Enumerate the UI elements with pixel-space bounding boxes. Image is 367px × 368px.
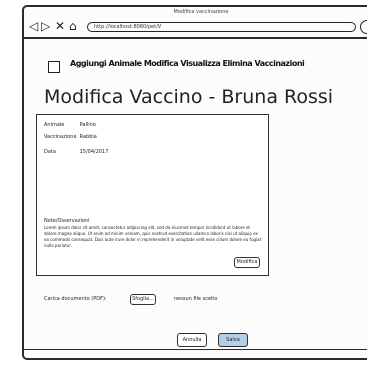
attachment-status: nessun file scelto <box>174 296 218 302</box>
field-label: Animale <box>44 122 65 128</box>
field-value: Pallino <box>79 122 96 128</box>
forward-icon[interactable]: ▷ <box>41 20 50 32</box>
refresh-icon[interactable] <box>360 20 367 34</box>
cancel-button[interactable]: Annulla <box>177 333 207 347</box>
page-title: Modifica Vaccino - Bruna Rossi <box>44 86 334 108</box>
address-bar[interactable]: http://localhost:8080/pet/V <box>87 22 356 32</box>
field-label: Vaccinazione <box>44 134 77 140</box>
home-icon[interactable]: ⌂ <box>69 20 77 32</box>
close-icon[interactable]: ✕ <box>55 20 65 32</box>
field-label: Data <box>44 149 56 155</box>
page-content: Aggiungi Animale Modifica Visualizza Eli… <box>24 39 367 358</box>
header-nav[interactable]: Aggiungi Animale Modifica Visualizza Eli… <box>70 59 305 68</box>
notes-label: Note/Osservazioni <box>44 218 90 224</box>
attachment-label: Carica documento (PDF): <box>44 296 107 302</box>
edit-button[interactable]: Modifica <box>234 257 260 268</box>
browser-window: Modifica vaccinazione ◁ ▷ ✕ ⌂ http://loc… <box>22 5 367 360</box>
header-checkbox[interactable] <box>48 61 60 73</box>
browse-button[interactable]: Sfoglia... <box>130 294 156 305</box>
details-panel: Animale Pallino Vaccinazione Rabbia Data… <box>36 114 269 276</box>
back-icon[interactable]: ◁ <box>29 20 38 32</box>
notes-text: Lorem ipsum dolor sit amet, consectetur … <box>44 225 262 248</box>
window-title: Modifica vaccinazione <box>173 9 229 15</box>
field-date: Data 15/04/2017 <box>44 149 108 155</box>
field-value: Rabbia <box>79 134 97 140</box>
field-animal: Animale Pallino <box>44 122 96 128</box>
field-vaccine: Vaccinazione Rabbia <box>44 134 97 140</box>
browser-toolbar: ◁ ▷ ✕ ⌂ http://localhost:8080/pet/V <box>24 17 367 39</box>
field-value: 15/04/2017 <box>79 149 109 155</box>
status-bar <box>24 349 367 358</box>
save-button[interactable]: Salva <box>218 333 248 347</box>
